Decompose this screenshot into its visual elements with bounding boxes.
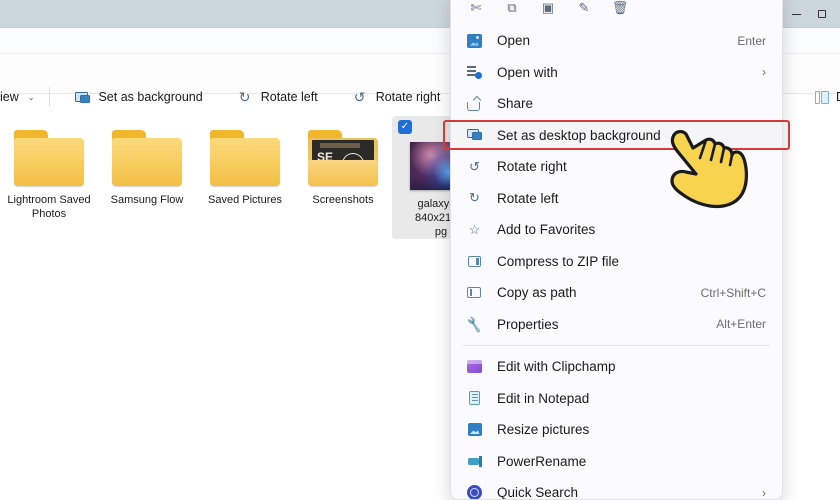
open-image-icon [465,32,484,49]
properties-wrench-icon: 🔧 [464,314,486,334]
menu-item-copy-as-path[interactable]: Copy as path Ctrl+Shift+C [451,277,782,309]
menu-item-label: Open [497,33,737,48]
menu-item-accel: Ctrl+Shift+C [701,286,770,300]
menu-item-accel: Alt+Enter [716,317,770,331]
menu-item-accel: Enter [737,34,770,48]
menu-item-label: Share [497,96,770,111]
star-icon: ☆ [465,221,484,238]
folder-item[interactable]: Saved Pictures [196,116,294,208]
menu-item-properties[interactable]: 🔧 Properties Alt+Enter [451,309,782,341]
folder-label: Samsung Flow [100,194,194,208]
checkmark-icon: ✓ [401,122,409,132]
folder-label: Saved Pictures [198,194,292,208]
menu-item-label: Copy as path [497,285,701,300]
clipchamp-icon [465,358,484,375]
open-with-icon [465,64,484,81]
resize-pictures-icon [465,421,484,438]
menu-item-label: Edit with Clipchamp [497,359,770,374]
folder-item[interactable]: Samsung Flow [98,116,196,208]
rotate-left-icon: ↻ [239,90,254,104]
folder-item[interactable]: SE Screenshots [294,116,392,208]
menu-item-add-to-favorites[interactable]: ☆ Add to Favorites [451,214,782,246]
share-icon [465,95,484,112]
details-pane-button[interactable]: De [806,85,840,109]
menu-item-compress-to-zip[interactable]: Compress to ZIP file [451,246,782,278]
monitor-picture-icon [75,91,91,104]
folder-photo-icon: SE [307,130,379,186]
rotate-right-label: Rotate right [376,90,441,104]
rotate-left-label: Rotate left [261,90,318,104]
menu-item-edit-with-clipchamp[interactable]: Edit with Clipchamp [451,351,782,383]
maximize-button[interactable] [816,8,828,20]
folder-label: Screenshots [296,194,390,208]
menu-item-label: PowerRename [497,454,770,469]
rotate-right-icon: ↺ [354,90,369,104]
context-menu-icon-bar: ✄ ⧉ ▣ ✎ 🗑 [451,0,782,25]
selection-checkbox[interactable]: ✓ [398,120,412,134]
menu-item-share[interactable]: Share [451,88,782,120]
details-pane-icon [815,91,829,104]
zip-icon [465,253,484,270]
window-controls [790,0,836,28]
view-label: iew [0,90,19,104]
set-as-background-button[interactable]: Set as background [66,85,211,109]
rotate-left-icon: ↻ [465,190,484,207]
folder-item[interactable]: Lightroom Saved Photos [0,116,98,222]
view-button[interactable]: iew ⌄ [0,85,43,109]
rotate-left-button[interactable]: ↻ Rotate left [230,85,327,109]
set-as-background-label: Set as background [98,90,202,104]
menu-separator [463,345,770,346]
menu-item-powerrename[interactable]: PowerRename [451,446,782,478]
menu-item-open-with[interactable]: Open with › [451,57,782,89]
menu-item-label: Add to Favorites [497,222,770,237]
minimize-button[interactable] [790,8,802,20]
pointing-hand-cursor [666,128,756,210]
folder-icon [111,130,183,186]
chevron-right-icon: › [762,65,770,79]
menu-item-quick-search[interactable]: Quick Search › [451,477,782,500]
menu-item-label: Edit in Notepad [497,391,770,406]
quick-search-icon [465,484,484,500]
chevron-right-icon: › [762,486,770,500]
rename-icon[interactable]: ✎ [569,0,599,21]
toolbar-divider [49,87,50,107]
set-as-desktop-background-icon [465,127,484,144]
rotate-right-button[interactable]: ↺ Rotate right [345,85,450,109]
menu-item-label: Compress to ZIP file [497,254,770,269]
details-pane-label: De [836,90,840,104]
paste-icon[interactable]: ▣ [533,0,563,21]
folder-label: Lightroom Saved Photos [2,194,96,222]
powerrename-icon [465,453,484,470]
menu-item-resize-pictures[interactable]: Resize pictures [451,414,782,446]
menu-item-label: Properties [497,317,716,332]
menu-item-label: Quick Search [497,485,762,500]
copy-as-path-icon [465,284,484,301]
menu-item-label: Open with [497,65,762,80]
folder-icon [13,130,85,186]
delete-icon[interactable]: 🗑 [605,0,635,21]
folder-icon [209,130,281,186]
context-menu[interactable]: ✄ ⧉ ▣ ✎ 🗑 Open Enter Open with › Share S… [450,0,783,500]
chevron-down-icon: ⌄ [28,93,35,102]
copy-icon[interactable]: ⧉ [497,0,527,21]
menu-item-open[interactable]: Open Enter [451,25,782,57]
cut-icon[interactable]: ✄ [461,0,491,21]
rotate-right-icon: ↺ [465,158,484,175]
notepad-icon [465,390,484,407]
screenshot-root: iew ⌄ Set as background ↻ Rotate left ↺ … [0,0,840,500]
menu-item-label: Resize pictures [497,422,770,437]
menu-item-edit-in-notepad[interactable]: Edit in Notepad [451,383,782,415]
